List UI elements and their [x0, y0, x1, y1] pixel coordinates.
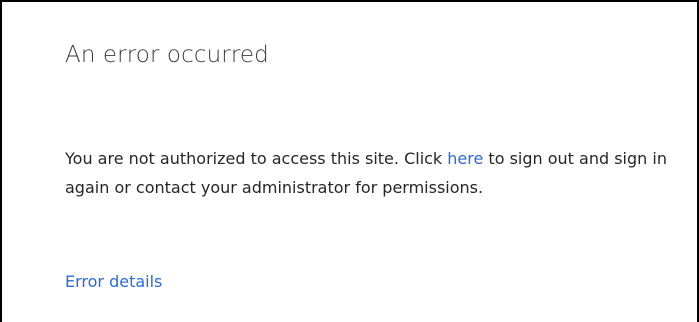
error-message-text-before: You are not authorized to access this si… [65, 149, 448, 168]
sign-out-link[interactable]: here [447, 149, 483, 168]
error-title: An error occurred [65, 42, 269, 68]
error-panel: An error occurred You are not authorized… [0, 0, 699, 322]
error-message: You are not authorized to access this si… [65, 144, 690, 202]
error-details-link[interactable]: Error details [65, 268, 162, 296]
error-dialog: An error occurred [65, 40, 685, 70]
